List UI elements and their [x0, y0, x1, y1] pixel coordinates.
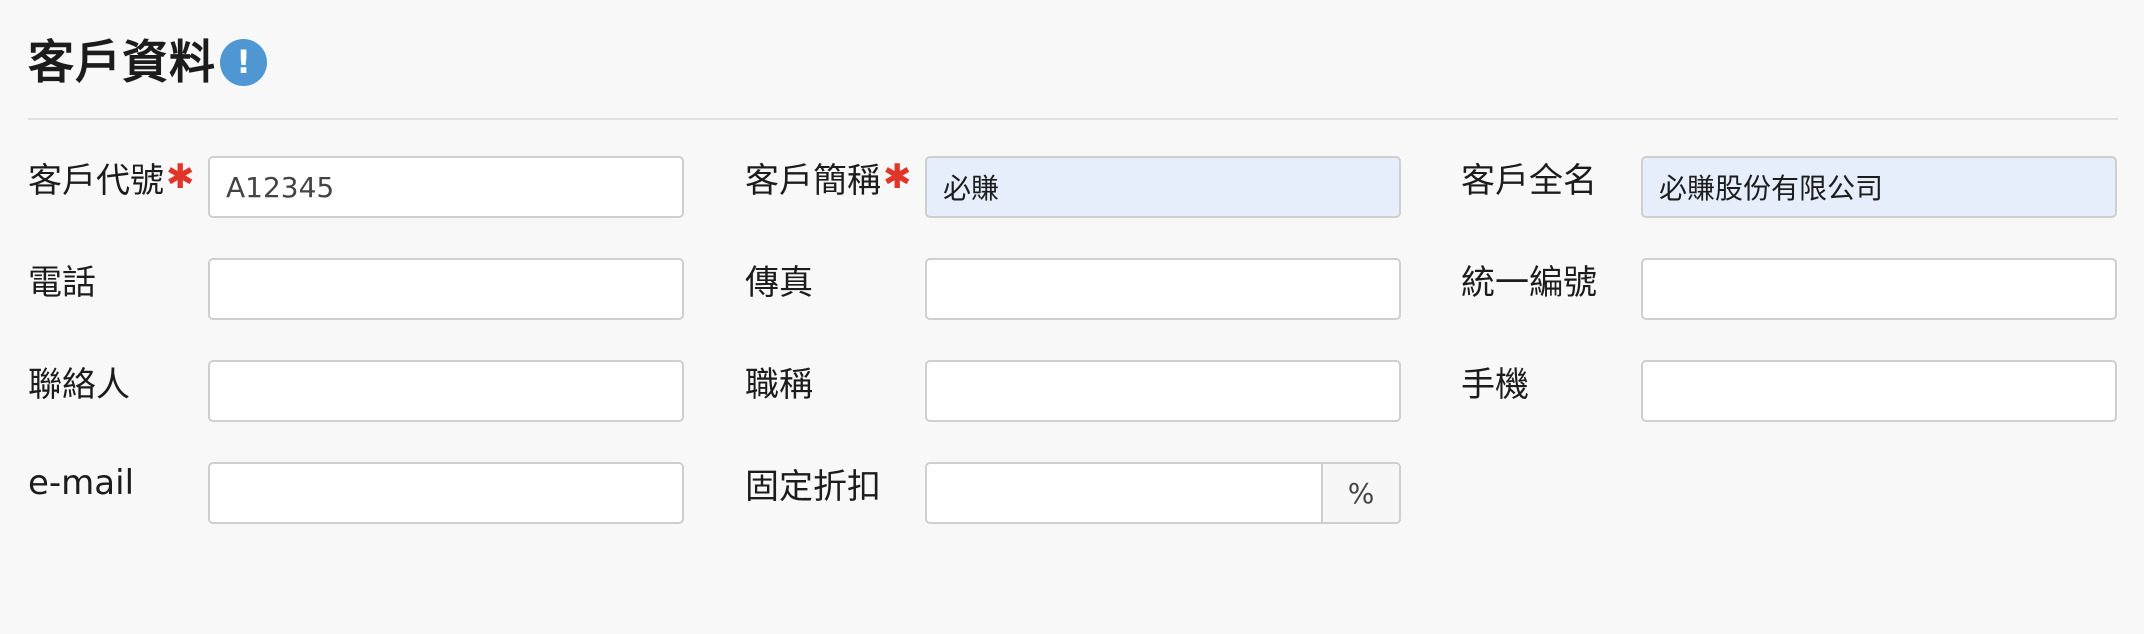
tax-id-field: 統一編號 [1461, 258, 2117, 320]
tax-id-label: 統一編號 [1461, 262, 1597, 303]
job-title-input[interactable] [925, 360, 1401, 422]
percent-addon: % [1321, 464, 1399, 522]
mobile-field: 手機 [1461, 360, 2117, 422]
fixed-discount-input[interactable] [927, 464, 1321, 522]
fixed-discount-label: 固定折扣 [745, 466, 881, 507]
email-input[interactable] [208, 462, 684, 524]
email-field: e-mail [28, 462, 684, 524]
phone-input[interactable] [208, 258, 684, 320]
required-asterisk-icon: ✱ [166, 157, 195, 197]
fax-field: 傳真 [745, 258, 1401, 320]
page-title: 客戶資料 [28, 35, 216, 89]
fax-label: 傳真 [745, 262, 813, 303]
customer-code-input[interactable]: A12345 [208, 156, 684, 218]
customer-info-form: 客戶資料 ! 客戶代號 ✱ A12345 客戶簡稱 ✱ 必賺 客戶全名 必賺股份有限… [0, 0, 2144, 634]
fixed-discount-field: 固定折扣 % [745, 462, 1401, 524]
customer-full-name-input[interactable]: 必賺股份有限公司 [1641, 156, 2117, 218]
phone-label: 電話 [28, 262, 96, 303]
contact-label: 聯絡人 [28, 364, 130, 405]
job-title-field: 職稱 [745, 360, 1401, 422]
mobile-input[interactable] [1641, 360, 2117, 422]
fax-input[interactable] [925, 258, 1401, 320]
customer-full-name-label: 客戶全名 [1461, 160, 1597, 201]
job-title-label: 職稱 [745, 364, 813, 405]
required-asterisk-icon: ✱ [883, 157, 912, 197]
tax-id-input[interactable] [1641, 258, 2117, 320]
mobile-label: 手機 [1461, 364, 1529, 405]
customer-code-label: 客戶代號 ✱ [28, 157, 195, 201]
header-divider [28, 118, 2118, 120]
customer-code-field: 客戶代號 ✱ A12345 [28, 156, 684, 218]
email-label: e-mail [28, 463, 135, 503]
contact-input[interactable] [208, 360, 684, 422]
customer-short-name-field: 客戶簡稱 ✱ 必賺 [745, 156, 1401, 218]
customer-short-name-label: 客戶簡稱 ✱ [745, 157, 912, 201]
phone-field: 電話 [28, 258, 684, 320]
contact-field: 聯絡人 [28, 360, 684, 422]
form-header: 客戶資料 ! [28, 30, 267, 94]
customer-full-name-field: 客戶全名 必賺股份有限公司 [1461, 156, 2117, 218]
fixed-discount-input-group: % [925, 462, 1401, 524]
info-exclamation-icon[interactable]: ! [220, 38, 267, 86]
customer-short-name-input[interactable]: 必賺 [925, 156, 1401, 218]
